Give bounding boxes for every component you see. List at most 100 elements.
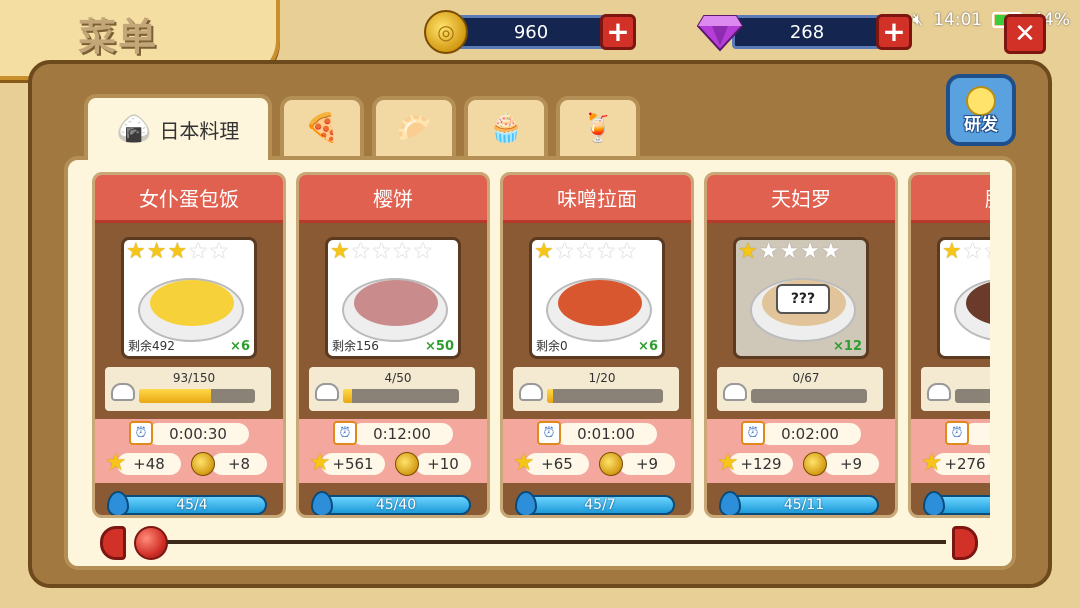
dish-portrait[interactable]: ★ ★ ★ ★ ★ 剩余156 ×50 <box>325 237 461 359</box>
star-rating: ★★★★★ <box>534 240 637 264</box>
gold-reward: +8 <box>211 453 267 475</box>
scroll-track[interactable] <box>140 540 946 544</box>
progress-text: 0/67 <box>792 371 820 385</box>
coin-icon <box>191 452 215 476</box>
star-empty-icon: ★ <box>350 239 371 264</box>
drink-icon: 🍹 <box>580 111 616 144</box>
tab-cupcake[interactable]: 🧁 <box>464 96 548 156</box>
exp-star-icon: ★ <box>105 448 127 476</box>
star-empty-icon: ★ <box>616 239 637 264</box>
star-filled-icon: ★ <box>146 239 167 264</box>
dish-multiplier: ×6 <box>638 339 658 354</box>
cook-time: 0:02:00 <box>759 423 861 445</box>
star-empty-icon: ★ <box>983 240 990 264</box>
progress-bar <box>547 389 663 403</box>
chef-hat-icon <box>723 383 747 401</box>
progress-fill <box>343 389 353 403</box>
dish-card[interactable]: 樱饼 ★ ★ ★ ★ ★ 剩余156 ×50 4/50 0:12:00 ⏰︎ +561 ★ +10 45/4… <box>296 172 490 518</box>
dish-stats: 0:02:00 ⏰︎ +129 ★ +9 <box>707 419 895 483</box>
status-bar-right: 🔇︎ 14:01 44% <box>912 8 1070 32</box>
gem-counter: 268 + <box>696 12 912 52</box>
cook-time: 0:01:00 <box>555 423 657 445</box>
dish-details: ★ ★ ★ ★ ★??? ×12 0/67 0:02:00 ⏰︎ +129 ★ +9 45/11 <box>707 223 895 515</box>
progress-bar <box>751 389 867 403</box>
water-cost-row: 45/40 <box>299 487 487 515</box>
coin-icon: ◎ <box>424 10 468 54</box>
dish-card[interactable]: 味噌拉面 ★ ★ ★ ★ ★ 剩余0 ×6 1/20 0:01:00 ⏰︎ +65 ★ +9 45/7 <box>500 172 694 518</box>
star-empty-icon: ★ <box>392 239 412 264</box>
alarm-clock-icon: ⏰︎ <box>945 421 969 445</box>
star-filled-icon: ★ <box>126 239 146 264</box>
research-button[interactable]: 研发 <box>946 74 1016 146</box>
chef-hat-icon <box>519 383 543 401</box>
onigiri-icon: 🍙 <box>116 112 152 145</box>
star-empty-icon: ★ <box>820 239 841 264</box>
alarm-clock-icon: ⏰︎ <box>741 421 765 445</box>
dish-stats: 0:00:30 ⏰︎ +48 ★ +8 <box>95 419 283 483</box>
star-filled-icon: ★ <box>330 239 350 264</box>
water-drop-icon <box>107 491 129 515</box>
remaining-count: 剩余0 <box>536 339 568 353</box>
dish-multiplier: ×6 <box>230 339 250 354</box>
mastery-progress: 93/150 <box>105 367 271 411</box>
dish-portrait[interactable]: ★ ★ ★ ★ ★ 剩余0 ×6 <box>529 237 665 359</box>
star-empty-icon: ★ <box>554 239 575 264</box>
dish-stats: ⏰︎ +276 ★ <box>911 419 990 483</box>
chef-hat-icon <box>315 383 339 401</box>
clock: 14:01 <box>933 10 983 30</box>
mastery-progress: 4/50 <box>309 367 475 411</box>
tab-japanese-cuisine[interactable]: 🍙 日本料理 <box>84 94 272 160</box>
scroll-left-button[interactable] <box>100 526 126 560</box>
dish-card[interactable]: 天妇罗 ★ ★ ★ ★ ★??? ×12 0/67 0:02:00 ⏰︎ +129 ★ +9 45/11 <box>704 172 898 518</box>
tab-drink[interactable]: 🍹 <box>556 96 640 156</box>
star-rating: ★★★★★ <box>126 240 229 264</box>
dish-image <box>354 280 438 326</box>
mastery-progress: 0/67 <box>717 367 883 411</box>
research-label: 研发 <box>964 114 998 135</box>
cook-time: 0:12:00 <box>351 423 453 445</box>
tab-label: 日本料理 <box>159 118 240 143</box>
water-cost-row: 45/7 <box>503 487 691 515</box>
star-rating: ★★★★★ <box>738 240 841 264</box>
star-empty-icon: ★ <box>758 239 779 264</box>
dish-card[interactable]: 女仆蛋包饭 ★ ★ ★ ★ ★ 剩余492 ×6 93/150 0:00:30 ⏰︎ +48 ★ +8 45… <box>92 172 286 518</box>
tab-bun[interactable]: 🥟 <box>372 96 456 156</box>
tab-pizza[interactable]: 🍕 <box>280 96 364 156</box>
dish-portrait[interactable]: ★ ★ ★ ★ ★ 剩余492 ×6 <box>121 237 257 359</box>
chef-hat-icon <box>927 383 951 401</box>
star-filled-icon: ★ <box>942 239 962 264</box>
star-empty-icon: ★ <box>596 239 616 264</box>
dish-image <box>558 280 642 326</box>
star-empty-icon: ★ <box>575 239 596 264</box>
dish-name: 味噌拉面 <box>503 175 691 223</box>
close-button[interactable]: ✕ <box>1004 14 1046 54</box>
water-cost-row: 45/4 <box>95 487 283 515</box>
dish-stats: 0:12:00 ⏰︎ +561 ★ +10 <box>299 419 487 483</box>
coin-amount: 960 <box>456 15 606 49</box>
exp-star-icon: ★ <box>513 448 535 476</box>
dish-card[interactable]: 豚丼 ★★★★★ ⏰︎+276★ 45/ <box>908 172 990 518</box>
alarm-clock-icon: ⏰︎ <box>537 421 561 445</box>
exp-star-icon: ★ <box>717 448 739 476</box>
star-empty-icon: ★ <box>412 239 433 264</box>
water-drop-icon <box>515 491 537 515</box>
star-empty-icon: ★ <box>371 239 392 264</box>
add-gems-button[interactable]: + <box>876 14 912 50</box>
water-cost: 45/11 <box>729 495 879 515</box>
coin-icon <box>599 452 623 476</box>
progress-text: 93/150 <box>172 371 216 385</box>
exp-star-icon: ★ <box>921 448 943 476</box>
dish-portrait[interactable]: ★ ★ ★ ★ ★??? ×12 <box>733 237 869 359</box>
remaining-count: 剩余156 <box>332 339 379 353</box>
chef-hat-icon <box>111 383 135 401</box>
dish-portrait[interactable]: ★★★★★ <box>937 237 990 359</box>
add-coins-button[interactable]: + <box>600 14 636 50</box>
remaining-count: 剩余492 <box>128 339 175 353</box>
dish-carousel[interactable]: 女仆蛋包饭 ★ ★ ★ ★ ★ 剩余492 ×6 93/150 0:00:30 ⏰︎ +48 ★ +8 45… <box>92 172 990 522</box>
scroll-thumb[interactable] <box>134 526 168 560</box>
star-filled-icon: ★ <box>534 239 554 264</box>
dish-details: ★ ★ ★ ★ ★ 剩余492 ×6 93/150 0:00:30 ⏰︎ +48 ★ +8 45/4 <box>95 223 283 515</box>
alarm-clock-icon: ⏰︎ <box>333 421 357 445</box>
dish-name: 女仆蛋包饭 <box>95 175 283 223</box>
gem-amount: 268 <box>732 15 882 49</box>
